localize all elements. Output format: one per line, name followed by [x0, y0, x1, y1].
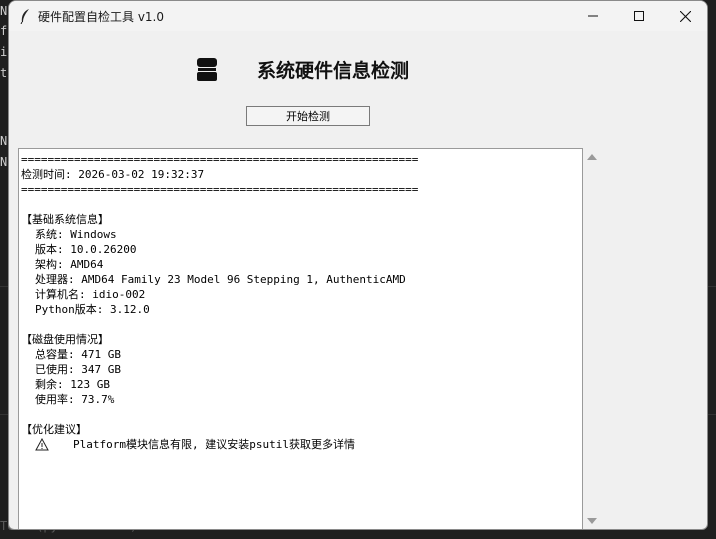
terminal-char: t: [0, 66, 8, 80]
window-title: 硬件配置自检工具 v1.0: [38, 10, 165, 24]
report-item: 使用率: 73.7%: [35, 393, 115, 406]
maximize-button[interactable]: [616, 1, 662, 31]
terminal-char: i: [0, 45, 8, 59]
advice-text: Platform模块信息有限, 建议安装psutil获取更多详情: [73, 438, 355, 451]
report-item: 剩余: 123 GB: [35, 378, 110, 391]
terminal-char: f: [0, 24, 8, 38]
vertical-scrollbar[interactable]: [585, 148, 599, 529]
printer-icon: [197, 58, 217, 81]
feather-icon: [20, 9, 29, 24]
report-item: 架构: AMD64: [35, 258, 104, 271]
report-item: 计算机名: idio-002: [35, 288, 146, 301]
report-item: 处理器: AMD64 Family 23 Model 96 Stepping 1…: [35, 273, 406, 286]
report-item: 系统: Windows: [35, 228, 117, 241]
scroll-down-arrow-icon[interactable]: [587, 518, 597, 524]
report-item: 已使用: 347 GB: [35, 363, 121, 376]
terminal-char: N: [0, 4, 8, 18]
report-text-area[interactable]: ========================================…: [18, 148, 583, 529]
close-button[interactable]: [662, 1, 707, 31]
report-item: 总容量: 471 GB: [35, 348, 121, 361]
title-bar[interactable]: 硬件配置自检工具 v1.0: [9, 1, 707, 31]
report-time: 检测时间: 2026-03-02 19:32:37: [21, 168, 205, 181]
scroll-up-arrow-icon[interactable]: [587, 154, 597, 160]
page-title: 系统硬件信息检测: [257, 60, 410, 82]
minimize-icon: [588, 15, 598, 17]
warning-icon: [35, 438, 49, 451]
close-icon: [679, 10, 691, 22]
section-heading-disk: 【磁盘使用情况】: [21, 333, 109, 346]
maximize-icon: [634, 11, 644, 21]
section-heading-advice: 【优化建议】: [21, 423, 87, 436]
report-item: Python版本: 3.12.0: [35, 303, 150, 316]
section-heading-basic: 【基础系统信息】: [21, 213, 109, 226]
report-separator: ========================================…: [21, 153, 419, 166]
report-item: 版本: 10.0.26200: [35, 243, 137, 256]
advice-item: Platform模块信息有限, 建议安装psutil获取更多详情: [21, 437, 582, 452]
terminal-char: N: [0, 134, 8, 148]
app-window: 硬件配置自检工具 v1.0 系统硬件信息检测 开始检测 ============…: [8, 0, 708, 530]
minimize-button[interactable]: [570, 1, 616, 31]
report-separator: ========================================…: [21, 183, 419, 196]
terminal-char: N: [0, 155, 8, 169]
start-detection-button[interactable]: 开始检测: [246, 106, 370, 126]
